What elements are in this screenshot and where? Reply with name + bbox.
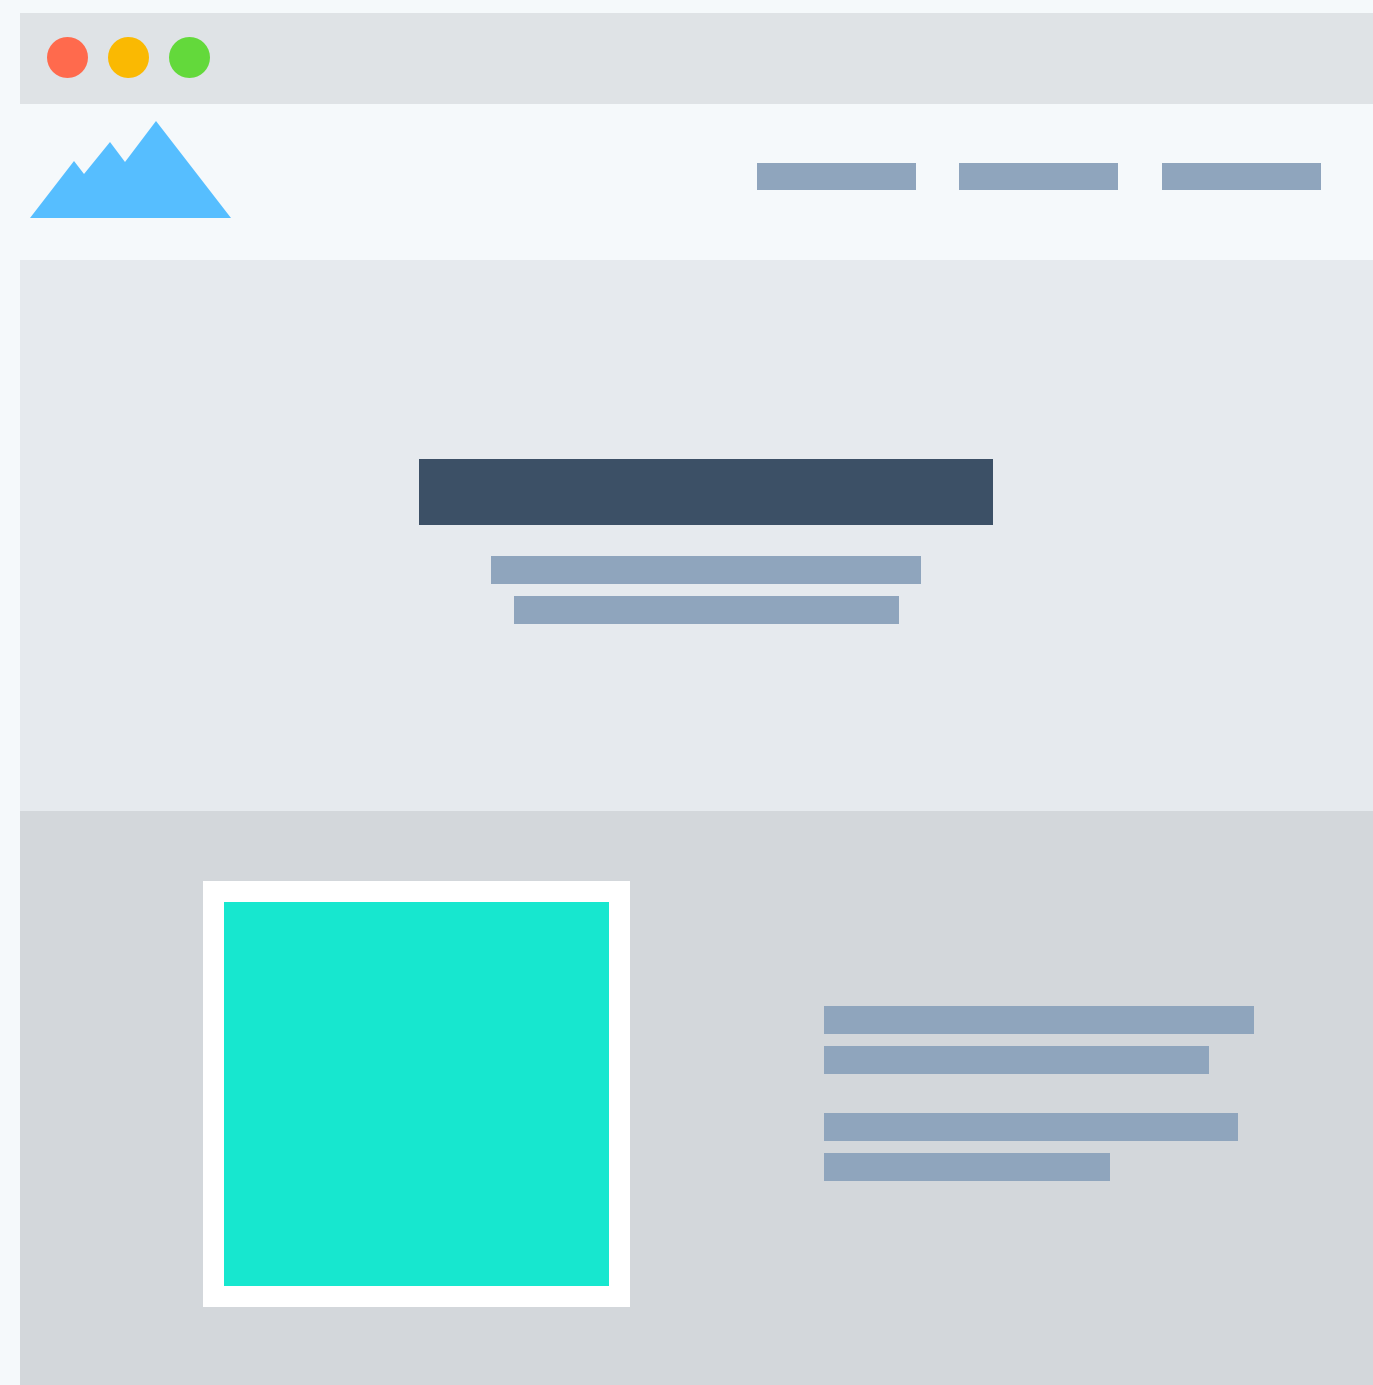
feature-text-line <box>824 1046 1209 1074</box>
feature-text-line <box>824 1113 1238 1141</box>
maximize-window-button[interactable] <box>169 37 210 78</box>
close-window-button[interactable] <box>47 37 88 78</box>
feature-text-line <box>824 1153 1110 1181</box>
feature-text-line <box>824 1006 1254 1034</box>
feature-image-frame <box>203 881 630 1307</box>
nav-link-3[interactable] <box>1162 163 1321 190</box>
hero-subtitle-line <box>514 596 899 624</box>
mountain-logo-icon[interactable] <box>30 121 231 218</box>
feature-section <box>20 811 1373 1385</box>
nav-link-2[interactable] <box>959 163 1118 190</box>
site-navbar <box>20 104 1373 260</box>
hero-subtitle-line <box>491 556 921 584</box>
minimize-window-button[interactable] <box>108 37 149 78</box>
browser-window <box>20 13 1373 1385</box>
nav-link-1[interactable] <box>757 163 916 190</box>
hero-section <box>20 260 1373 811</box>
hero-title <box>419 459 993 525</box>
feature-image-placeholder <box>224 902 609 1286</box>
window-titlebar <box>20 13 1373 104</box>
